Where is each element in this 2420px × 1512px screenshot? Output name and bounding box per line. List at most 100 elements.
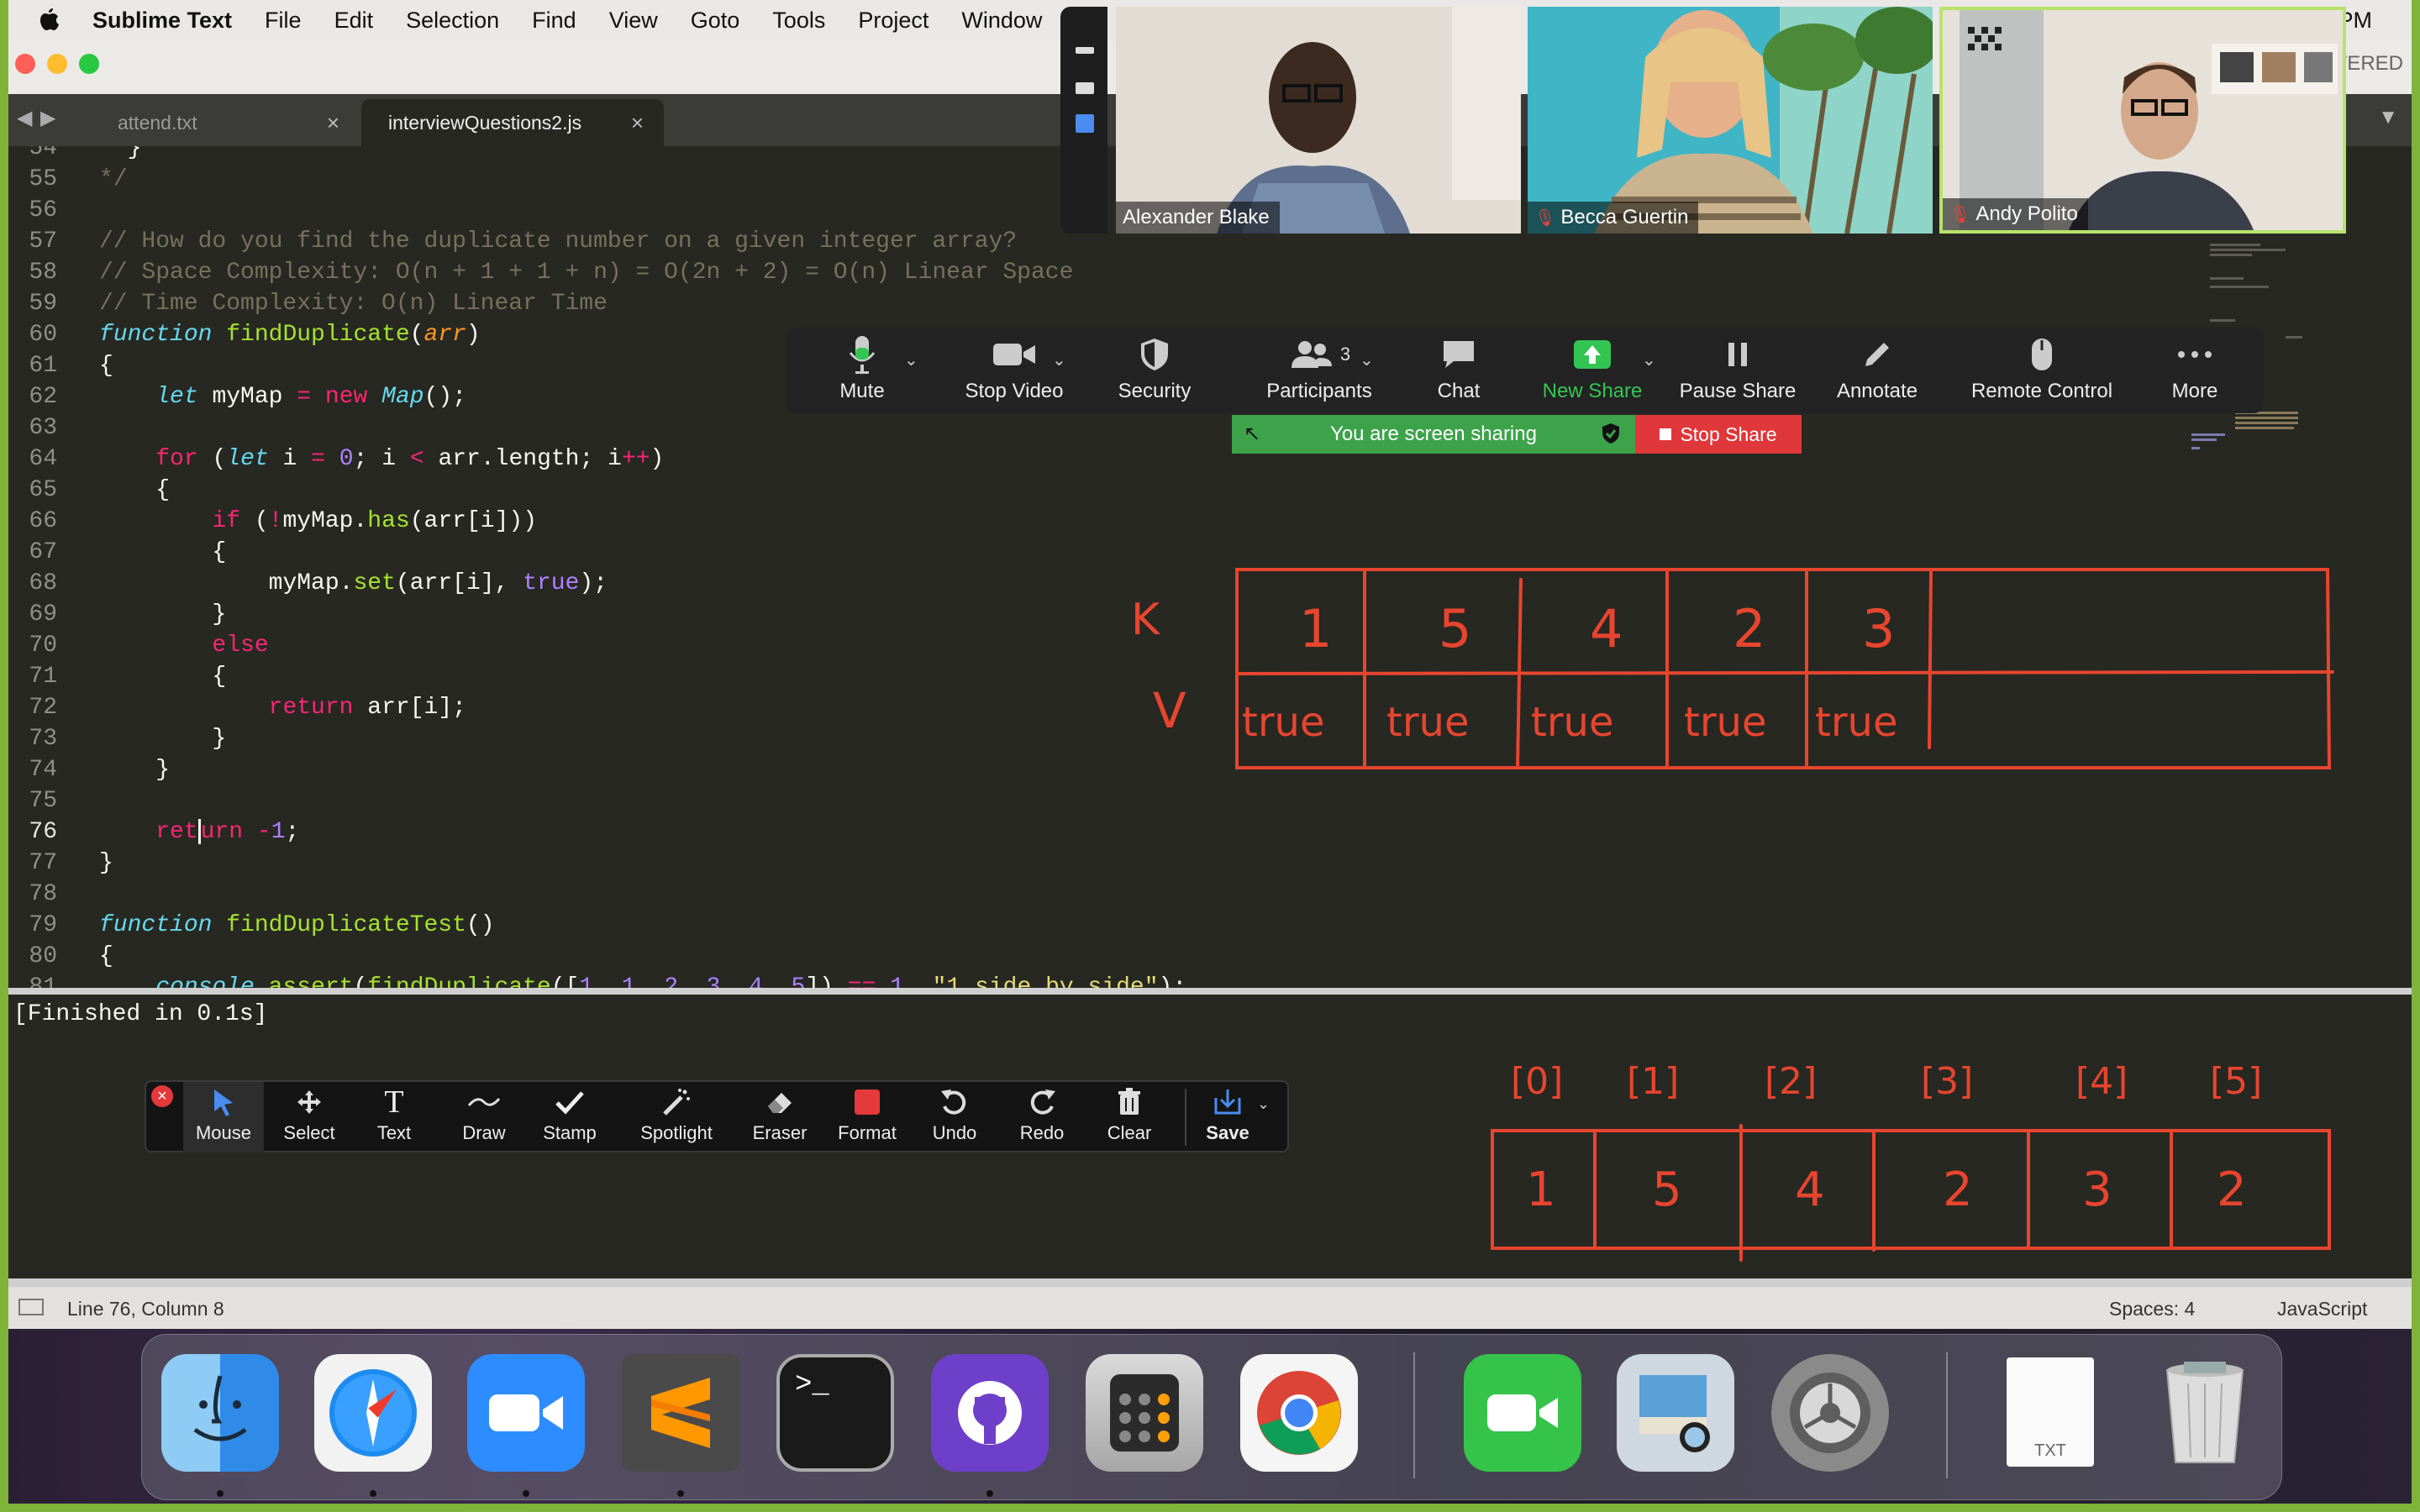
code-line[interactable]: 75	[8, 787, 1101, 816]
pause-share-button[interactable]: Pause Share	[1679, 328, 1797, 413]
menu-goto[interactable]: Goto	[691, 8, 740, 34]
system-preferences-icon[interactable]	[1771, 1354, 1889, 1472]
undo-button[interactable]: Undo	[914, 1082, 995, 1152]
code-line[interactable]: 57 // How do you find the duplicate numbe…	[8, 228, 1101, 256]
participants-button[interactable]: 3 Participants	[1235, 328, 1403, 413]
text-tool[interactable]: T Text	[358, 1082, 430, 1152]
stop-video-button[interactable]: Stop Video	[951, 328, 1077, 413]
code-line[interactable]: 54 }	[8, 146, 1101, 163]
chrome-icon[interactable]	[1240, 1354, 1358, 1472]
finder-icon[interactable]	[161, 1354, 279, 1472]
participants-chevron-icon[interactable]: ⌄	[1360, 349, 1374, 370]
code-line[interactable]: 68 myMap.set(arr[i], true);	[8, 570, 1101, 598]
video-tile-participant-2[interactable]: 🎙 Becca Guertin	[1528, 7, 1933, 234]
new-share-button[interactable]: New Share	[1538, 328, 1647, 413]
calculator-icon[interactable]	[1086, 1354, 1203, 1472]
video-options-chevron-icon[interactable]: ⌄	[1052, 349, 1066, 370]
hide-video-icon[interactable]	[1076, 82, 1094, 94]
spotlight-tool[interactable]: Spotlight	[622, 1082, 731, 1152]
code-line[interactable]: 56	[8, 197, 1101, 225]
select-tool[interactable]: Select	[269, 1082, 350, 1152]
save-button[interactable]: Save	[1192, 1082, 1264, 1152]
txt-document-icon[interactable]: TXT	[1991, 1354, 2109, 1472]
code-line[interactable]: 69 }	[8, 601, 1101, 629]
code-line[interactable]: 78	[8, 880, 1101, 909]
sublime-text-icon[interactable]	[622, 1354, 739, 1472]
close-tab-icon[interactable]: ×	[327, 110, 339, 136]
clear-button[interactable]: Clear	[1089, 1082, 1170, 1152]
code-line[interactable]: 73 }	[8, 725, 1101, 753]
code-line[interactable]: 80 {	[8, 942, 1101, 971]
menu-project[interactable]: Project	[858, 8, 929, 34]
minimize-window-button[interactable]	[47, 54, 67, 74]
code-line[interactable]: 76 ret urn -1;	[8, 818, 1101, 847]
code-line[interactable]: 59 // Time Complexity: O(n) Linear Time	[8, 290, 1101, 318]
tab-back-icon[interactable]: ◀	[17, 106, 32, 130]
annotate-button[interactable]: Annotate	[1827, 328, 1928, 413]
redo-button[interactable]: Redo	[1002, 1082, 1082, 1152]
chat-button[interactable]: Chat	[1417, 328, 1501, 413]
format-tool[interactable]: Format	[827, 1082, 908, 1152]
syntax-selector[interactable]: JavaScript	[2277, 1298, 2367, 1320]
strip-view-icon[interactable]	[1076, 114, 1094, 133]
menu-find[interactable]: Find	[532, 8, 576, 34]
sharing-status[interactable]: ↖ You are screen sharing	[1232, 415, 1635, 454]
security-button[interactable]: Security	[1104, 328, 1205, 413]
close-tab-icon[interactable]: ×	[631, 110, 644, 136]
code-line[interactable]: 70 else	[8, 632, 1101, 660]
code-line[interactable]: 63	[8, 414, 1101, 443]
menu-edit[interactable]: Edit	[334, 8, 374, 34]
menu-selection[interactable]: Selection	[406, 8, 499, 34]
audio-options-chevron-icon[interactable]: ⌄	[904, 349, 918, 370]
tab-attend-txt[interactable]: attend.txt ×	[91, 99, 360, 146]
zoom-app-icon[interactable]	[467, 1354, 585, 1472]
code-line[interactable]: 72 return arr[i];	[8, 694, 1101, 722]
tab-forward-icon[interactable]: ▶	[40, 106, 55, 130]
minimize-video-icon[interactable]	[1076, 47, 1094, 54]
facetime-icon[interactable]	[1464, 1354, 1581, 1472]
preview-icon[interactable]	[1617, 1354, 1734, 1472]
mute-button[interactable]: Mute	[820, 328, 904, 413]
video-tile-participant-3[interactable]: 🎙 Andy Polito	[1939, 7, 2346, 234]
video-tile-participant-1[interactable]: Alexander Blake	[1116, 7, 1521, 234]
mouse-tool[interactable]: Mouse	[183, 1082, 264, 1152]
trash-icon[interactable]	[2146, 1354, 2264, 1472]
save-options-chevron-icon[interactable]: ⌄	[1257, 1095, 1270, 1113]
code-line[interactable]: 77}	[8, 849, 1101, 878]
stamp-tool[interactable]: Stamp	[528, 1082, 612, 1152]
code-line[interactable]: 71 {	[8, 663, 1101, 691]
console-splitter[interactable]	[8, 988, 2412, 995]
code-line[interactable]: 66 if (!myMap.has(arr[i]))	[8, 507, 1101, 536]
eraser-tool[interactable]: Eraser	[738, 1082, 822, 1152]
share-options-chevron-icon[interactable]: ⌄	[1642, 349, 1656, 370]
stop-share-button[interactable]: Stop Share	[1635, 415, 1802, 454]
menu-app-name[interactable]: Sublime Text	[92, 8, 232, 34]
tab-interview-questions[interactable]: interviewQuestions2.js ×	[361, 99, 664, 146]
remote-control-button[interactable]: Remote Control	[1958, 328, 2126, 413]
zoom-window-button[interactable]	[79, 54, 99, 74]
more-button[interactable]: More	[2161, 328, 2228, 413]
menu-view[interactable]: View	[609, 8, 658, 34]
code-line[interactable]: 65 {	[8, 476, 1101, 505]
code-line[interactable]: 79 function findDuplicateTest()	[8, 911, 1101, 940]
menu-tools[interactable]: Tools	[772, 8, 825, 34]
code-line[interactable]: 58 // Space Complexity: O(n + 1 + 1 + n) …	[8, 259, 1101, 287]
draw-tool[interactable]: Draw	[444, 1082, 524, 1152]
code-line[interactable]: 74 }	[8, 756, 1101, 785]
code-line[interactable]: 64 for (let i = 0; i < arr.length; i++)	[8, 445, 1101, 474]
indentation-setting[interactable]: Spaces: 4	[2109, 1298, 2195, 1320]
code-line[interactable]: 55 */	[8, 165, 1101, 194]
safari-icon[interactable]	[314, 1354, 432, 1472]
panel-toggle-icon[interactable]	[18, 1299, 44, 1315]
close-annotation-icon[interactable]: ×	[151, 1085, 173, 1107]
menu-window[interactable]: Window	[961, 8, 1042, 34]
code-line[interactable]: 67 {	[8, 538, 1101, 567]
menu-file[interactable]: File	[265, 8, 302, 34]
apple-menu-icon[interactable]	[34, 5, 64, 35]
terminal-icon[interactable]: >_	[776, 1354, 894, 1472]
close-window-button[interactable]	[15, 54, 35, 74]
github-desktop-icon[interactable]	[931, 1354, 1049, 1472]
screen-sharing-banner: ↖ You are screen sharing Stop Share	[1232, 415, 1802, 454]
tab-dropdown-icon[interactable]: ▼	[2378, 106, 2398, 129]
code-editor[interactable]: 54 } 55 */ 56 57 // How do you find the dupli…	[8, 146, 2412, 991]
